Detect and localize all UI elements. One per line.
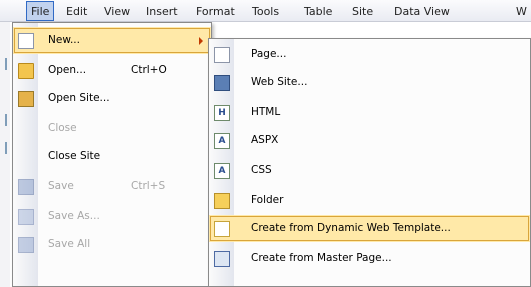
menu-view[interactable]: View [104,4,130,19]
menu-item-label: CSS [251,164,272,176]
window-edge [0,22,10,287]
menu-item-label: Create from Dynamic Web Template... [251,222,451,234]
scroll-marker [5,142,7,154]
save-as-icon [18,209,34,225]
file-menu-new[interactable]: New... [13,27,211,54]
new-page-icon [18,33,34,49]
new-css-item[interactable]: A CSS [209,157,530,184]
menu-item-shortcut: Ctrl+O [131,64,167,76]
menu-tools[interactable]: Tools [252,4,279,19]
create-from-master-page-item[interactable]: Create from Master Page... [209,245,530,272]
menu-table[interactable]: Table [304,4,332,19]
dynamic-web-template-icon [214,221,230,237]
scroll-marker [5,58,7,70]
file-menu-close-site[interactable]: Close Site [13,143,211,170]
save-all-icon [18,237,34,253]
menu-item-shortcut: Ctrl+S [131,180,166,192]
menu-item-label: Folder [251,194,284,206]
new-aspx-item[interactable]: A ASPX [209,127,530,154]
menu-item-label: Create from Master Page... [251,252,392,264]
file-menu-save: Save Ctrl+S [13,173,211,200]
file-menu-close: Close [13,115,211,142]
css-icon: A [214,163,230,179]
file-menu-open[interactable]: Open... Ctrl+O [13,57,211,84]
new-folder-item[interactable]: Folder [209,187,530,214]
save-icon [18,179,34,195]
page-icon [214,47,230,63]
menu-item-label: ASPX [251,134,279,146]
create-from-dynamic-web-template-item[interactable]: Create from Dynamic Web Template... [209,215,530,242]
new-html-item[interactable]: H HTML [209,99,530,126]
menu-item-label: Open... [48,64,87,76]
menu-site[interactable]: Site [352,4,373,19]
menu-item-label: Save All [48,238,91,250]
menu-item-label: Save [48,180,74,192]
menu-item-label: Close Site [48,150,101,162]
file-menu-save-all: Save All [13,231,211,258]
menu-window[interactable]: W [516,4,527,19]
new-web-site-item[interactable]: Web Site... [209,69,530,96]
submenu-arrow-icon [199,37,203,45]
new-page-item[interactable]: Page... [209,41,530,68]
menu-insert[interactable]: Insert [146,4,178,19]
menu-item-label: HTML [251,106,281,118]
new-submenu: Page... Web Site... H HTML A ASPX A CSS … [208,38,531,287]
web-site-icon [214,75,230,91]
menu-bar: File Edit View Insert Format Tools Table… [0,0,531,22]
html-icon: H [214,105,230,121]
folder-icon [214,193,230,209]
menu-item-label: Open Site... [48,92,110,104]
menu-item-label: New... [48,34,80,46]
open-site-icon [18,91,34,107]
menu-format[interactable]: Format [196,4,235,19]
master-page-icon [214,251,230,267]
menu-item-label: Close [48,122,77,134]
menu-item-label: Web Site... [251,76,308,88]
menu-edit[interactable]: Edit [66,4,87,19]
menu-file[interactable]: File [26,1,55,21]
file-menu: New... Open... Ctrl+O Open Site... Close… [12,22,212,287]
menu-item-label: Page... [251,48,287,60]
menu-item-label: Save As... [48,210,100,222]
file-menu-open-site[interactable]: Open Site... [13,85,211,112]
menu-data-view[interactable]: Data View [394,4,450,19]
aspx-icon: A [214,133,230,149]
file-menu-save-as: Save As... [13,203,211,230]
open-folder-icon [18,63,34,79]
scroll-marker [5,114,7,126]
